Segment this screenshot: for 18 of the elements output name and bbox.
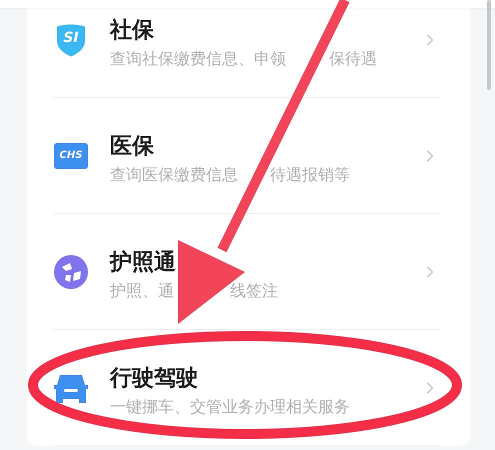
service-title: 医保 <box>110 133 155 161</box>
service-item[interactable]: CHS 医保 查询医保缴费信息 待遇报销等 <box>54 98 440 214</box>
service-subtitle: 查询社保缴费信息、申领 <box>110 49 286 68</box>
car-icon <box>54 372 88 402</box>
service-item[interactable]: SI 社保 查询社保缴费信息、申领 保待遇 <box>54 0 440 98</box>
service-subtitle: 线签注 <box>230 281 278 300</box>
service-subtitle: 待遇报销等 <box>270 165 350 184</box>
shield-logo: SI <box>55 22 87 56</box>
service-subtitle: 保待遇 <box>329 49 378 68</box>
service-item[interactable]: 行驶驾驶 一键挪车、交管业务办理相关服务 <box>54 330 440 446</box>
service-subtitle: 查询医保缴费信息 <box>110 165 238 184</box>
service-title: 行驶驾驶 <box>110 365 199 393</box>
globe-icon <box>54 254 88 288</box>
service-title: 社保 <box>110 17 155 45</box>
service-subtitle: 一键挪车、交管业务办理相关服务 <box>110 397 350 416</box>
service-title: 护照通 <box>110 249 177 277</box>
card-logo: CHS <box>54 142 88 168</box>
service-subtitle: 护照、通 <box>110 281 174 300</box>
